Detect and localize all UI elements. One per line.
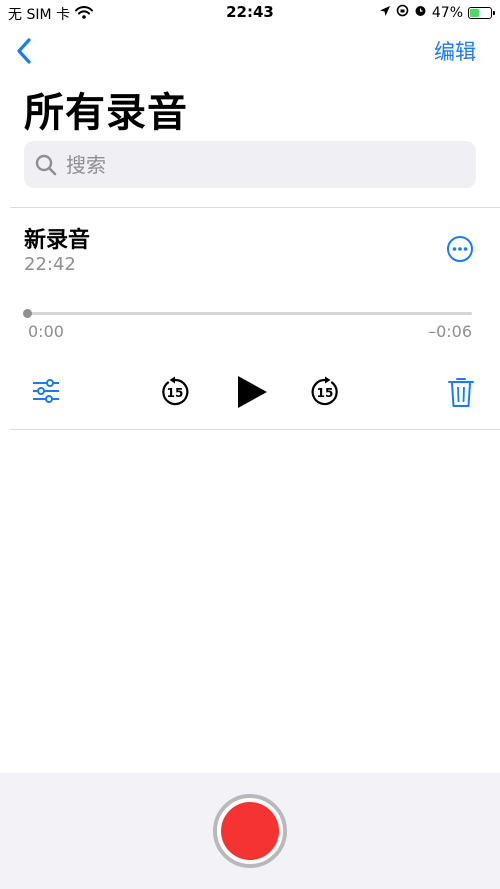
battery-percent: 47% bbox=[431, 4, 463, 21]
alarm-icon bbox=[414, 4, 427, 21]
search-input[interactable] bbox=[64, 151, 448, 178]
ellipsis-circle-icon bbox=[447, 236, 473, 262]
trash-icon bbox=[448, 378, 474, 407]
sliders-icon bbox=[33, 379, 59, 403]
skip-forward-button[interactable]: 15 bbox=[309, 376, 341, 412]
status-right: 47% bbox=[379, 4, 495, 21]
play-icon bbox=[238, 376, 267, 408]
play-button[interactable] bbox=[235, 374, 269, 414]
page-title: 所有录音 bbox=[24, 90, 188, 136]
search-bar[interactable] bbox=[24, 141, 476, 188]
back-button[interactable] bbox=[12, 36, 40, 66]
search-icon bbox=[35, 154, 57, 175]
recording-time: 22:42 bbox=[24, 254, 76, 275]
location-icon bbox=[379, 5, 391, 21]
elapsed-time: 0:00 bbox=[28, 322, 64, 341]
status-bar: 无 SIM 卡 22:43 47% bbox=[0, 0, 500, 26]
recording-title: 新录音 bbox=[24, 228, 91, 253]
scrubber-knob[interactable] bbox=[23, 309, 32, 318]
chevron-left-icon bbox=[17, 38, 31, 64]
remaining-time: –0:06 bbox=[428, 322, 472, 341]
skip-forward-15-icon: 15 bbox=[311, 376, 338, 406]
battery-icon bbox=[468, 6, 495, 19]
edit-settings-button[interactable] bbox=[32, 378, 60, 408]
skip-back-button[interactable]: 15 bbox=[159, 376, 191, 412]
rotation-lock-icon bbox=[396, 4, 409, 21]
skip-forward-seconds: 15 bbox=[317, 386, 334, 400]
playback-scrubber[interactable] bbox=[23, 308, 472, 320]
battery-fill bbox=[470, 8, 479, 17]
skip-back-15-icon: 15 bbox=[162, 376, 189, 406]
delete-button[interactable] bbox=[448, 376, 474, 412]
skip-back-seconds: 15 bbox=[167, 386, 184, 400]
more-options-button[interactable] bbox=[446, 235, 474, 263]
scrubber-track bbox=[24, 312, 472, 315]
record-button[interactable] bbox=[213, 794, 287, 868]
edit-button[interactable]: 编辑 bbox=[434, 36, 476, 66]
divider-bottom bbox=[10, 429, 500, 430]
nav-bar: 编辑 bbox=[0, 30, 500, 74]
record-icon bbox=[221, 802, 279, 860]
divider-top bbox=[10, 207, 500, 208]
